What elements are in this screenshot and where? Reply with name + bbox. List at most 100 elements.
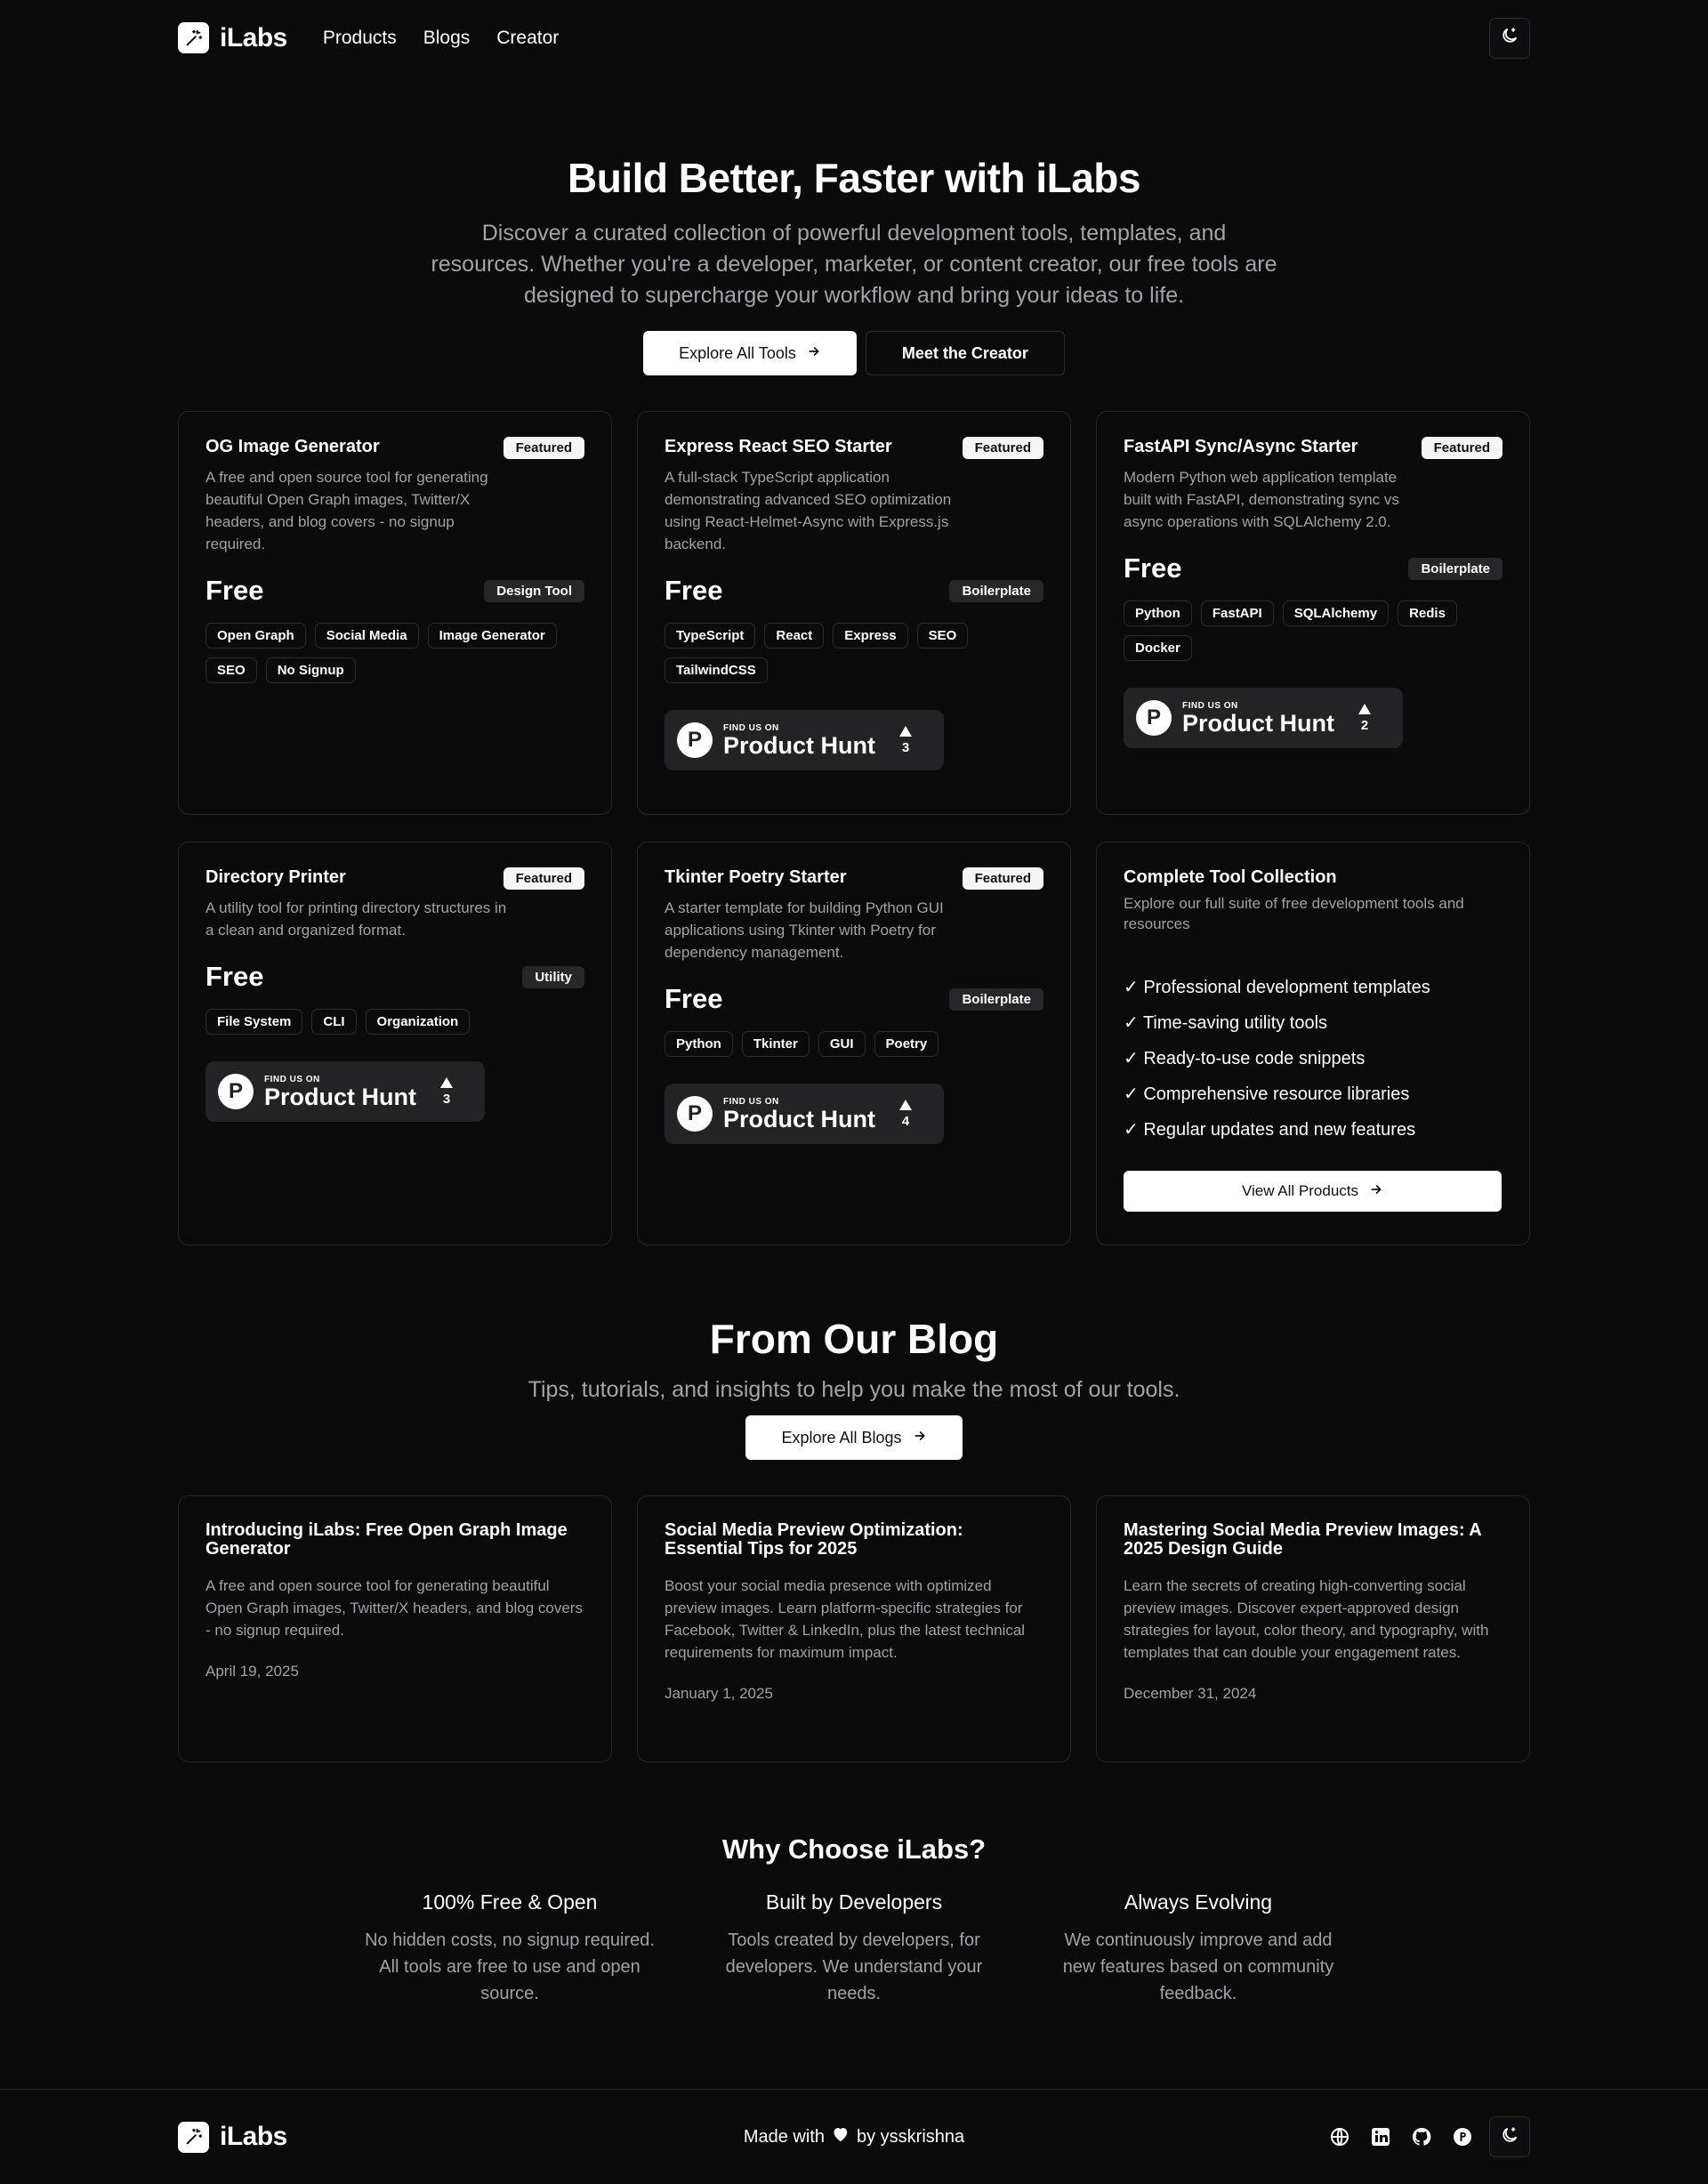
brand-name: iLabs xyxy=(220,22,287,52)
tag: GUI xyxy=(818,1031,866,1057)
tag: Open Graph xyxy=(205,623,306,649)
featured-badge: Featured xyxy=(962,437,1043,459)
arrow-right-icon xyxy=(807,344,821,363)
made-with-label: Made with xyxy=(743,2126,825,2147)
producthunt-icon[interactable] xyxy=(1448,2123,1477,2151)
made-with-credit: Made with by ysskrishna xyxy=(744,2126,964,2148)
ph-find-us: FIND US ON xyxy=(723,722,779,733)
collection-subtitle: Explore our full suite of free developme… xyxy=(1124,895,1464,932)
upvote-count: 3 xyxy=(442,1091,451,1107)
blog-post-title: Mastering Social Media Preview Images: A… xyxy=(1124,1520,1481,1559)
footer-brand-name: iLabs xyxy=(220,2122,287,2151)
upvote-count: 3 xyxy=(901,739,910,755)
tag: Python xyxy=(1124,600,1192,626)
github-icon[interactable] xyxy=(1407,2123,1436,2151)
view-all-products-button[interactable]: View All Products xyxy=(1124,1171,1502,1212)
product-price: Free xyxy=(205,961,264,992)
product-hunt-badge[interactable]: P FIND US ON Product Hunt 2 xyxy=(1124,688,1403,748)
why-item-description: No hidden costs, no signup required. All… xyxy=(365,1930,655,2003)
explore-tools-button[interactable]: Explore All Tools xyxy=(643,331,857,375)
category-badge: Design Tool xyxy=(484,579,584,602)
hero-section: Build Better, Faster with iLabs Discover… xyxy=(178,76,1530,375)
top-nav: iLabs Products Blogs Creator xyxy=(178,0,1530,76)
nav-link-products[interactable]: Products xyxy=(323,28,397,49)
arrow-right-icon xyxy=(1369,1182,1383,1201)
blog-card[interactable]: Social Media Preview Optimization: Essen… xyxy=(637,1495,1071,1762)
tag: Python xyxy=(665,1031,733,1057)
tag: FastAPI xyxy=(1200,600,1274,626)
product-description: A starter template for building Python G… xyxy=(665,899,944,961)
nav-link-blogs[interactable]: Blogs xyxy=(423,28,471,49)
upvote-icon xyxy=(899,1099,912,1110)
product-card[interactable]: FastAPI Sync/Async Starter Featured Mode… xyxy=(1096,411,1530,815)
producthunt-logo-icon: P xyxy=(218,1074,254,1109)
category-badge: Boilerplate xyxy=(1408,557,1503,580)
product-title: Directory Printer xyxy=(205,867,346,887)
tag: TypeScript xyxy=(665,623,756,649)
blog-post-description: Learn the secrets of creating high-conve… xyxy=(1124,1577,1489,1661)
theme-toggle-button[interactable] xyxy=(1489,17,1530,59)
product-hunt-badge[interactable]: P FIND US ON Product Hunt 3 xyxy=(205,1061,485,1122)
brand-logo[interactable]: iLabs xyxy=(178,22,287,53)
linkedin-icon[interactable] xyxy=(1366,2123,1395,2151)
why-item-title: Always Evolving xyxy=(1124,1890,1273,1914)
product-title: Express React SEO Starter xyxy=(665,437,892,456)
category-badge: Boilerplate xyxy=(949,579,1043,602)
product-card[interactable]: Express React SEO Starter Featured A ful… xyxy=(637,411,1071,815)
blog-card[interactable]: Mastering Social Media Preview Images: A… xyxy=(1096,1495,1530,1762)
upvote-count: 4 xyxy=(901,1113,910,1129)
producthunt-logo-icon: P xyxy=(677,1096,713,1132)
tag: File System xyxy=(205,1009,303,1035)
nav-link-creator[interactable]: Creator xyxy=(496,28,559,49)
product-title: FastAPI Sync/Async Starter xyxy=(1124,437,1358,456)
ph-name: Product Hunt xyxy=(264,1083,416,1110)
product-description: A utility tool for printing directory st… xyxy=(205,899,507,939)
blog-grid: Introducing iLabs: Free Open Graph Image… xyxy=(178,1495,1530,1762)
upvote-icon xyxy=(1358,703,1371,714)
product-hunt-badge[interactable]: P FIND US ON Product Hunt 3 xyxy=(665,710,944,770)
product-hunt-badge[interactable]: P FIND US ON Product Hunt 4 xyxy=(665,1084,944,1144)
footer-brand-logo[interactable]: iLabs xyxy=(178,2121,287,2153)
why-item-description: We continuously improve and add new feat… xyxy=(1062,1930,1334,2003)
hero-title: Build Better, Faster with iLabs xyxy=(568,155,1140,201)
footer-theme-toggle-button[interactable] xyxy=(1489,2116,1530,2157)
blog-post-description: Boost your social media presence with op… xyxy=(665,1577,1026,1661)
view-all-products-label: View All Products xyxy=(1241,1182,1359,1199)
tool-collection-card: Complete Tool Collection Explore our ful… xyxy=(1096,842,1530,1245)
moon-icon xyxy=(1500,26,1519,50)
blog-subtitle: Tips, tutorials, and insights to help yo… xyxy=(528,1377,1180,1402)
product-title: Tkinter Poetry Starter xyxy=(665,867,847,887)
why-item: Built by Developers Tools created by dev… xyxy=(705,1890,1003,2007)
product-price: Free xyxy=(665,575,723,606)
blog-card[interactable]: Introducing iLabs: Free Open Graph Image… xyxy=(178,1495,612,1762)
product-card[interactable]: OG Image Generator Featured A free and o… xyxy=(178,411,612,815)
blog-post-title: Introducing iLabs: Free Open Graph Image… xyxy=(205,1520,568,1559)
category-badge: Boilerplate xyxy=(949,987,1043,1011)
blog-post-title: Social Media Preview Optimization: Essen… xyxy=(665,1520,963,1559)
magic-wand-icon xyxy=(178,2121,209,2153)
meet-creator-button[interactable]: Meet the Creator xyxy=(865,331,1065,375)
tag: TailwindCSS xyxy=(665,657,768,683)
blog-post-date: April 19, 2025 xyxy=(205,1663,299,1680)
feature-item: ✓ Ready-to-use code snippets xyxy=(1124,1049,1366,1068)
footer: iLabs Made with by ysskrishna xyxy=(0,2089,1708,2184)
blog-post-description: A free and open source tool for generati… xyxy=(205,1577,583,1639)
feature-item: ✓ Regular updates and new features xyxy=(1124,1120,1416,1140)
product-card[interactable]: Tkinter Poetry Starter Featured A starte… xyxy=(637,842,1071,1245)
featured-badge: Featured xyxy=(962,867,1043,890)
ph-name: Product Hunt xyxy=(723,1105,875,1132)
upvote-count: 2 xyxy=(1360,717,1369,733)
tag: Redis xyxy=(1398,600,1457,626)
ph-find-us: FIND US ON xyxy=(1182,700,1238,711)
category-badge: Utility xyxy=(522,965,584,988)
explore-blogs-button[interactable]: Explore All Blogs xyxy=(745,1415,963,1460)
globe-icon[interactable] xyxy=(1325,2123,1354,2151)
product-description: Modern Python web application template b… xyxy=(1124,469,1399,530)
explore-tools-label: Explore All Tools xyxy=(679,343,796,362)
product-card[interactable]: Directory Printer Featured A utility too… xyxy=(178,842,612,1245)
author-link[interactable]: by ysskrishna xyxy=(857,2127,964,2148)
tag: Express xyxy=(833,623,908,649)
why-section: Why Choose iLabs? 100% Free & Open No hi… xyxy=(178,1833,1530,2007)
why-item-title: 100% Free & Open xyxy=(422,1890,598,1914)
ph-name: Product Hunt xyxy=(1182,709,1334,737)
